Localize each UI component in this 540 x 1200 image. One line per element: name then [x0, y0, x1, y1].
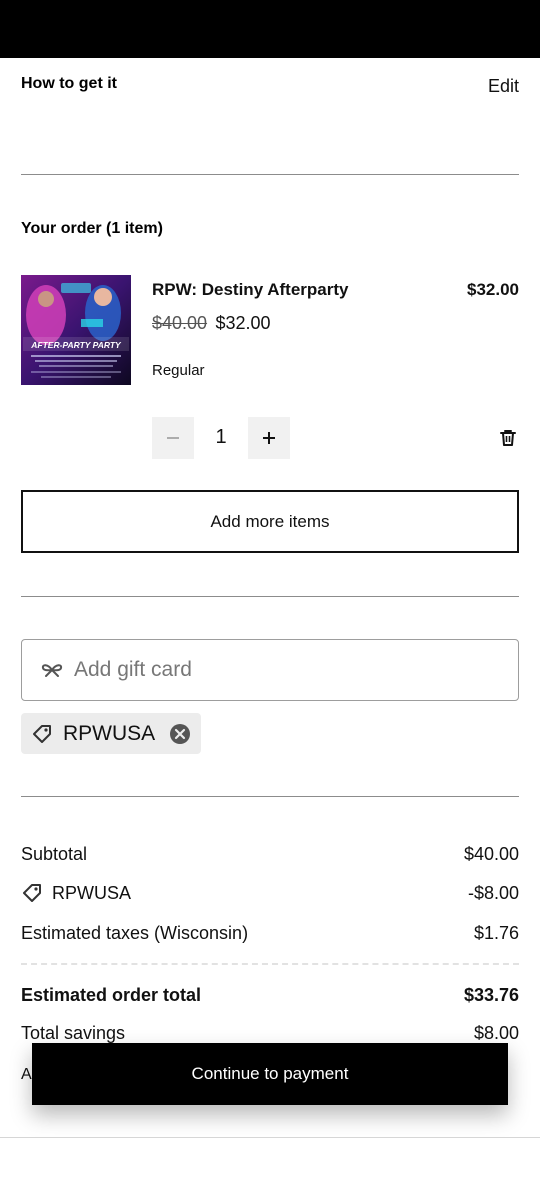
trash-icon — [500, 430, 516, 446]
product-thumbnail: AFTER-PARTY PARTY — [21, 275, 131, 385]
minus-icon — [167, 437, 179, 439]
order-section-title: Your order (1 item) — [21, 220, 163, 237]
item-sale-price: $32.00 — [215, 313, 271, 333]
discount-row-label: RPWUSA — [52, 882, 132, 903]
order-total-value: $33.76 — [463, 985, 519, 1005]
tag-icon — [33, 724, 51, 743]
item-original-price: $40.00 — [152, 313, 208, 333]
partial-hidden-text: A — [21, 1066, 32, 1083]
gift-icon — [41, 664, 63, 677]
subtotal-label: Subtotal — [21, 844, 88, 864]
dashed-divider — [21, 963, 519, 965]
item-price-group: $40.00 $32.00 — [152, 313, 271, 334]
item-variant: Regular — [152, 362, 205, 379]
item-name: RPW: Destiny Afterparty — [152, 280, 349, 299]
increase-quantity-button[interactable] — [248, 417, 290, 459]
remove-item-button[interactable] — [498, 428, 520, 450]
divider — [21, 796, 519, 797]
gift-card-field[interactable] — [21, 639, 519, 701]
thumbnail-caption: AFTER-PARTY PARTY — [30, 340, 122, 350]
remove-discount-button[interactable] — [169, 723, 191, 745]
decrease-quantity-button[interactable] — [152, 417, 194, 459]
continue-to-payment-button[interactable]: Continue to payment — [32, 1043, 508, 1105]
quantity-value: 1 — [215, 426, 227, 448]
close-circle-icon — [170, 723, 191, 744]
divider — [21, 596, 519, 597]
divider — [21, 174, 519, 175]
plus-icon — [263, 432, 275, 444]
discount-code-label: RPWUSA — [63, 721, 156, 745]
gift-card-input[interactable] — [74, 658, 474, 682]
edit-delivery-link[interactable]: Edit — [488, 76, 519, 97]
tag-icon — [23, 884, 41, 902]
savings-label: Total savings — [21, 1023, 126, 1043]
subtotal-value: $40.00 — [463, 844, 519, 864]
status-bar — [0, 0, 540, 58]
discount-value: -$8.00 — [467, 883, 519, 903]
discount-row: RPWUSA — [21, 882, 131, 904]
bottom-divider — [0, 1137, 540, 1138]
taxes-label: Estimated taxes (Wisconsin) — [21, 923, 249, 943]
savings-value: $8.00 — [473, 1023, 519, 1043]
add-more-items-button[interactable]: Add more items — [21, 490, 519, 553]
order-total-label: Estimated order total — [21, 985, 202, 1005]
discount-code-chip: RPWUSA — [21, 713, 202, 754]
item-line-price: $32.00 — [467, 280, 519, 299]
taxes-value: $1.76 — [473, 923, 519, 943]
delivery-section-title: How to get it — [21, 75, 117, 92]
